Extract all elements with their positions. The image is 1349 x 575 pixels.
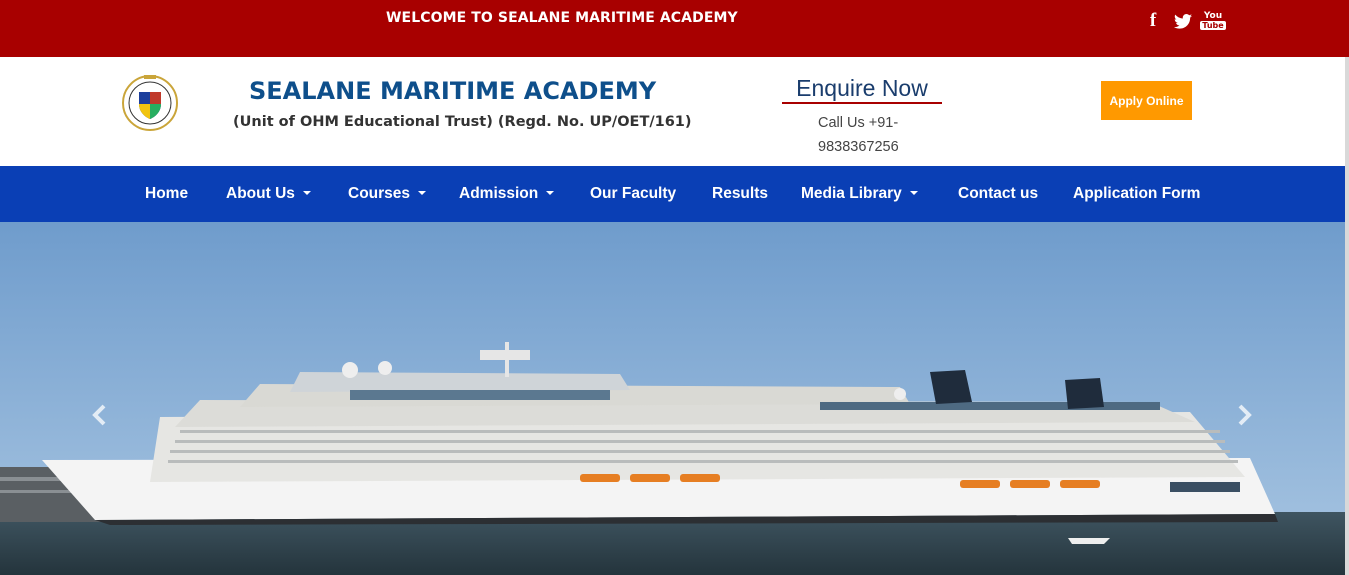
academy-logo[interactable] [119, 70, 181, 132]
caret-down-icon [418, 191, 427, 195]
nav-item-results[interactable]: Results [712, 166, 768, 222]
youtube-icon-top: You [1203, 11, 1223, 21]
site-title: SEALANE MARITIME ACADEMY [249, 77, 657, 105]
call-us-line1: Call Us +91- [818, 115, 899, 131]
nav-item-label: Results [712, 185, 768, 202]
twitter-icon[interactable] [1172, 10, 1194, 32]
enquire-now-link[interactable]: Enquire Now [782, 74, 942, 104]
nav-item-label: Courses [348, 185, 411, 202]
nav-item-label: Our Faculty [590, 185, 677, 202]
nav-item-home[interactable]: Home [145, 166, 188, 222]
caret-down-icon [546, 191, 555, 195]
welcome-text: WELCOME TO SEALANE MARITIME ACADEMY [386, 10, 738, 26]
apply-online-button[interactable]: Apply Online [1101, 81, 1192, 120]
call-us-phone: 9838367256 [818, 139, 899, 155]
carousel-prev-button[interactable] [84, 400, 114, 430]
nav-item-admission[interactable]: Admission [459, 166, 555, 222]
page-scrollbar[interactable] [1345, 57, 1349, 575]
facebook-icon[interactable]: f [1146, 10, 1160, 32]
nav-item-label: Application Form [1073, 185, 1201, 202]
nav-item-courses[interactable]: Courses [348, 166, 427, 222]
nav-item-our-faculty[interactable]: Our Faculty [590, 166, 676, 222]
nav-item-label: Media Library [801, 185, 902, 202]
site-header: SEALANE MARITIME ACADEMY (Unit of OHM Ed… [0, 57, 1349, 166]
nav-item-label: Contact us [958, 185, 1039, 202]
nav-item-contact-us[interactable]: Contact us [958, 166, 1038, 222]
youtube-icon-bottom: Tube [1200, 21, 1226, 30]
youtube-icon[interactable]: You Tube [1200, 10, 1226, 32]
main-nav: Home About Us Courses Admission Our Facu… [0, 166, 1349, 222]
call-us-text: Call Us +91- 9838367256 [812, 111, 912, 159]
top-bar: WELCOME TO SEALANE MARITIME ACADEMY f Yo… [0, 0, 1349, 57]
nav-item-media-library[interactable]: Media Library [801, 166, 918, 222]
nav-item-about-us[interactable]: About Us [226, 166, 311, 222]
nav-item-label: Home [145, 185, 189, 202]
nav-item-label: Admission [459, 185, 539, 202]
nav-item-label: About Us [226, 185, 295, 202]
chevron-right-icon [1238, 404, 1252, 426]
chevron-left-icon [92, 404, 106, 426]
caret-down-icon [302, 191, 311, 195]
nav-item-application-form[interactable]: Application Form [1073, 166, 1200, 222]
hero-carousel [0, 222, 1349, 575]
carousel-next-button[interactable] [1230, 400, 1260, 430]
site-subtitle: (Unit of OHM Educational Trust) (Regd. N… [233, 114, 692, 130]
caret-down-icon [909, 191, 918, 195]
cruise-ship-image [0, 222, 1349, 575]
